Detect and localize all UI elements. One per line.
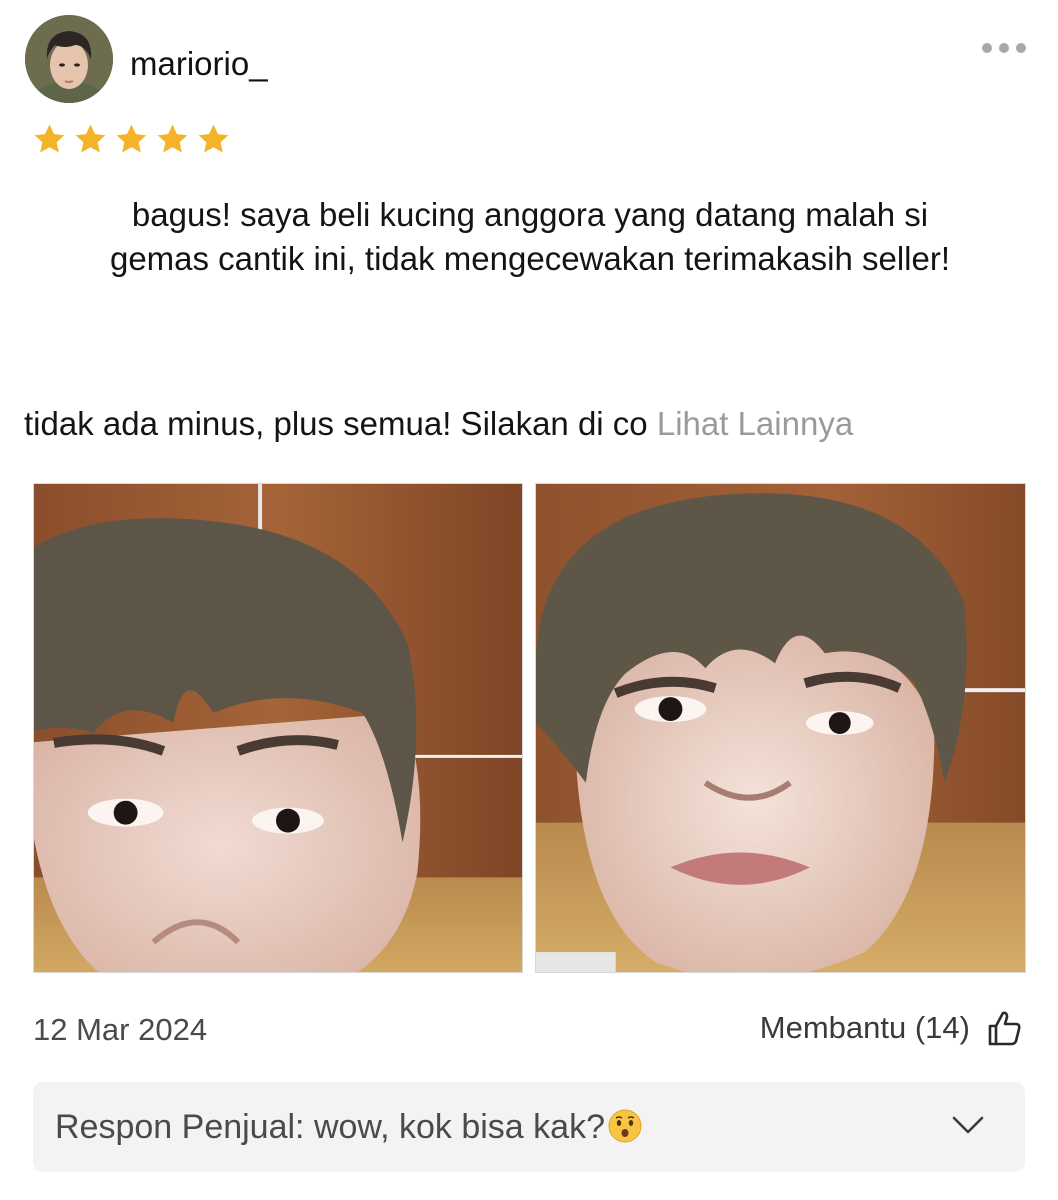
- star-icon: [75, 124, 106, 153]
- see-more-link[interactable]: Lihat Lainnya: [657, 405, 853, 442]
- chevron-down-icon[interactable]: [951, 1114, 985, 1136]
- review-text-line: tidak ada minus, plus semua! Silakan di …: [24, 405, 648, 442]
- review-date: 12 Mar 2024: [33, 1012, 208, 1047]
- review-photo-1[interactable]: [33, 483, 523, 973]
- review-text: bagus! saya beli kucing anggora yang dat…: [20, 193, 1040, 281]
- star-icon: [157, 124, 188, 153]
- avatar[interactable]: [25, 15, 113, 103]
- review-photo-2[interactable]: [535, 483, 1026, 973]
- star-rating: [32, 122, 231, 157]
- review-text-truncated: tidak ada minus, plus semua! Silakan di …: [24, 402, 1034, 446]
- seller-response-text: Respon Penjual: wow, kok bisa kak?: [55, 1105, 643, 1149]
- seller-response-label: Respon Penjual: wow, kok bisa kak?: [55, 1108, 605, 1146]
- review-text-line: bagus! saya beli kucing anggora yang dat…: [131, 196, 929, 233]
- seller-response[interactable]: Respon Penjual: wow, kok bisa kak?: [33, 1082, 1025, 1172]
- more-options-dot: [1016, 43, 1026, 53]
- star-icon: [198, 124, 229, 153]
- review-card: mariorio_ bagus! saya beli kucing anggor…: [0, 0, 1058, 1200]
- star-icon: [116, 124, 147, 153]
- username[interactable]: mariorio_: [130, 42, 268, 86]
- review-text-line: gemas cantik ini, tidak mengecewakan ter…: [109, 240, 951, 277]
- thumbs-up-icon: [988, 1011, 1021, 1046]
- helpful-label: Membantu (14): [759, 1010, 970, 1045]
- hushed-face-emoji-icon: [608, 1109, 642, 1143]
- more-options-dot: [999, 43, 1009, 53]
- more-options-button[interactable]: [982, 36, 1026, 60]
- more-options-icon: [982, 43, 992, 53]
- helpful-button[interactable]: Membantu (14): [760, 1008, 1022, 1048]
- star-icon: [34, 124, 65, 153]
